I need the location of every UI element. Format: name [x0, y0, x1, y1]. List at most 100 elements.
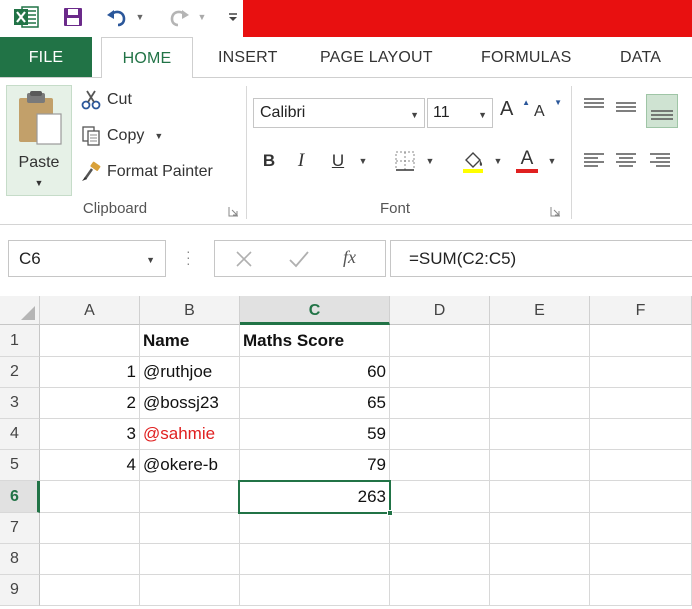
align-bottom-button[interactable]	[646, 94, 678, 128]
insert-function-icon[interactable]: fx	[343, 247, 369, 271]
cell-e8[interactable]	[490, 544, 590, 575]
fill-color-button[interactable]	[458, 147, 488, 175]
cell-a8[interactable]	[40, 544, 140, 575]
customize-toolbar-icon[interactable]	[226, 4, 240, 30]
cell-a1[interactable]	[40, 325, 140, 357]
cell-d2[interactable]	[390, 357, 490, 388]
cell-c4[interactable]: 59	[240, 419, 390, 450]
cell-d9[interactable]	[390, 575, 490, 606]
font-size-select[interactable]: 11 ▼	[427, 98, 493, 128]
cell-d4[interactable]	[390, 419, 490, 450]
font-color-button[interactable]: A	[512, 147, 542, 175]
row-header-2[interactable]: 2	[0, 357, 40, 388]
cell-b6[interactable]	[140, 481, 240, 513]
format-painter-button[interactable]: Format Painter	[78, 158, 213, 186]
cell-e5[interactable]	[490, 450, 590, 481]
underline-dropdown-icon[interactable]: ▼	[357, 147, 369, 175]
cell-c3[interactable]: 65	[240, 388, 390, 419]
cell-e1[interactable]	[490, 325, 590, 357]
underline-button[interactable]: U	[326, 147, 350, 175]
borders-dropdown-icon[interactable]: ▼	[424, 147, 436, 175]
formula-bar-resize-handle[interactable]: · · ·	[186, 244, 191, 270]
cell-c9[interactable]	[240, 575, 390, 606]
column-header-b[interactable]: B	[140, 296, 240, 325]
cancel-icon[interactable]	[233, 248, 255, 270]
copy-button[interactable]: Copy ▼	[78, 122, 163, 150]
row-header-9[interactable]: 9	[0, 575, 40, 606]
redo-icon[interactable]	[166, 4, 192, 30]
cell-b4[interactable]: @sahmie	[140, 419, 240, 450]
cell-f6[interactable]	[590, 481, 692, 513]
cell-c5[interactable]: 79	[240, 450, 390, 481]
name-box[interactable]: C6 ▼	[8, 240, 166, 277]
row-header-6[interactable]: 6	[0, 481, 40, 513]
cell-f7[interactable]	[590, 513, 692, 544]
cell-f8[interactable]	[590, 544, 692, 575]
clipboard-launcher-icon[interactable]	[228, 204, 239, 217]
cell-f5[interactable]	[590, 450, 692, 481]
align-top-button[interactable]	[582, 94, 608, 120]
cell-a4[interactable]: 3	[40, 419, 140, 450]
redo-dropdown-icon[interactable]: ▼	[195, 4, 209, 30]
paste-dropdown-icon[interactable]: ▼	[7, 178, 71, 188]
cell-b9[interactable]	[140, 575, 240, 606]
row-header-4[interactable]: 4	[0, 419, 40, 450]
column-header-c[interactable]: C	[240, 296, 390, 325]
cell-c2[interactable]: 60	[240, 357, 390, 388]
cell-f9[interactable]	[590, 575, 692, 606]
cell-a6[interactable]	[40, 481, 140, 513]
bold-button[interactable]: B	[258, 147, 280, 175]
align-middle-button[interactable]	[614, 94, 640, 120]
cell-b2[interactable]: @ruthjoe	[140, 357, 240, 388]
cell-c6[interactable]: 263	[240, 481, 390, 513]
cell-c1[interactable]: Maths Score	[240, 325, 390, 357]
tab-insert[interactable]: INSERT	[218, 37, 278, 77]
cell-b7[interactable]	[140, 513, 240, 544]
cell-d7[interactable]	[390, 513, 490, 544]
cell-b5[interactable]: @okere-b	[140, 450, 240, 481]
row-header-8[interactable]: 8	[0, 544, 40, 575]
cell-d6[interactable]	[390, 481, 490, 513]
cell-e7[interactable]	[490, 513, 590, 544]
cell-a2[interactable]: 1	[40, 357, 140, 388]
column-header-f[interactable]: F	[590, 296, 692, 325]
cell-a7[interactable]	[40, 513, 140, 544]
select-all-button[interactable]	[0, 296, 40, 325]
column-header-e[interactable]: E	[490, 296, 590, 325]
cell-e9[interactable]	[490, 575, 590, 606]
save-icon[interactable]	[60, 4, 86, 30]
shrink-font-button[interactable]: A ▼	[534, 98, 562, 129]
font-name-select[interactable]: Calibri ▼	[253, 98, 425, 128]
checkmark-icon[interactable]	[287, 248, 311, 270]
row-header-3[interactable]: 3	[0, 388, 40, 419]
borders-button[interactable]	[392, 147, 418, 175]
cut-button[interactable]: Cut	[78, 86, 132, 114]
cell-e2[interactable]	[490, 357, 590, 388]
cell-c8[interactable]	[240, 544, 390, 575]
font-color-dropdown-icon[interactable]: ▼	[546, 147, 558, 175]
cell-b3[interactable]: @bossj23	[140, 388, 240, 419]
grow-font-button[interactable]: A ▲	[500, 98, 530, 126]
cell-f2[interactable]	[590, 357, 692, 388]
row-header-5[interactable]: 5	[0, 450, 40, 481]
formula-input[interactable]: =SUM(C2:C5)	[390, 240, 692, 277]
tab-data[interactable]: DATA	[620, 37, 661, 77]
cell-d8[interactable]	[390, 544, 490, 575]
cell-a9[interactable]	[40, 575, 140, 606]
cell-f1[interactable]	[590, 325, 692, 357]
column-header-a[interactable]: A	[40, 296, 140, 325]
align-center-button[interactable]	[614, 148, 640, 174]
tab-file[interactable]: FILE	[0, 37, 92, 77]
row-header-1[interactable]: 1	[0, 325, 40, 357]
italic-button[interactable]: I	[290, 147, 312, 175]
cell-f3[interactable]	[590, 388, 692, 419]
cell-e3[interactable]	[490, 388, 590, 419]
font-launcher-icon[interactable]	[550, 204, 561, 217]
cell-a5[interactable]: 4	[40, 450, 140, 481]
tab-formulas[interactable]: FORMULAS	[481, 37, 572, 77]
cell-e4[interactable]	[490, 419, 590, 450]
align-left-button[interactable]	[582, 148, 608, 174]
cell-d3[interactable]	[390, 388, 490, 419]
cell-d1[interactable]	[390, 325, 490, 357]
cell-a3[interactable]: 2	[40, 388, 140, 419]
